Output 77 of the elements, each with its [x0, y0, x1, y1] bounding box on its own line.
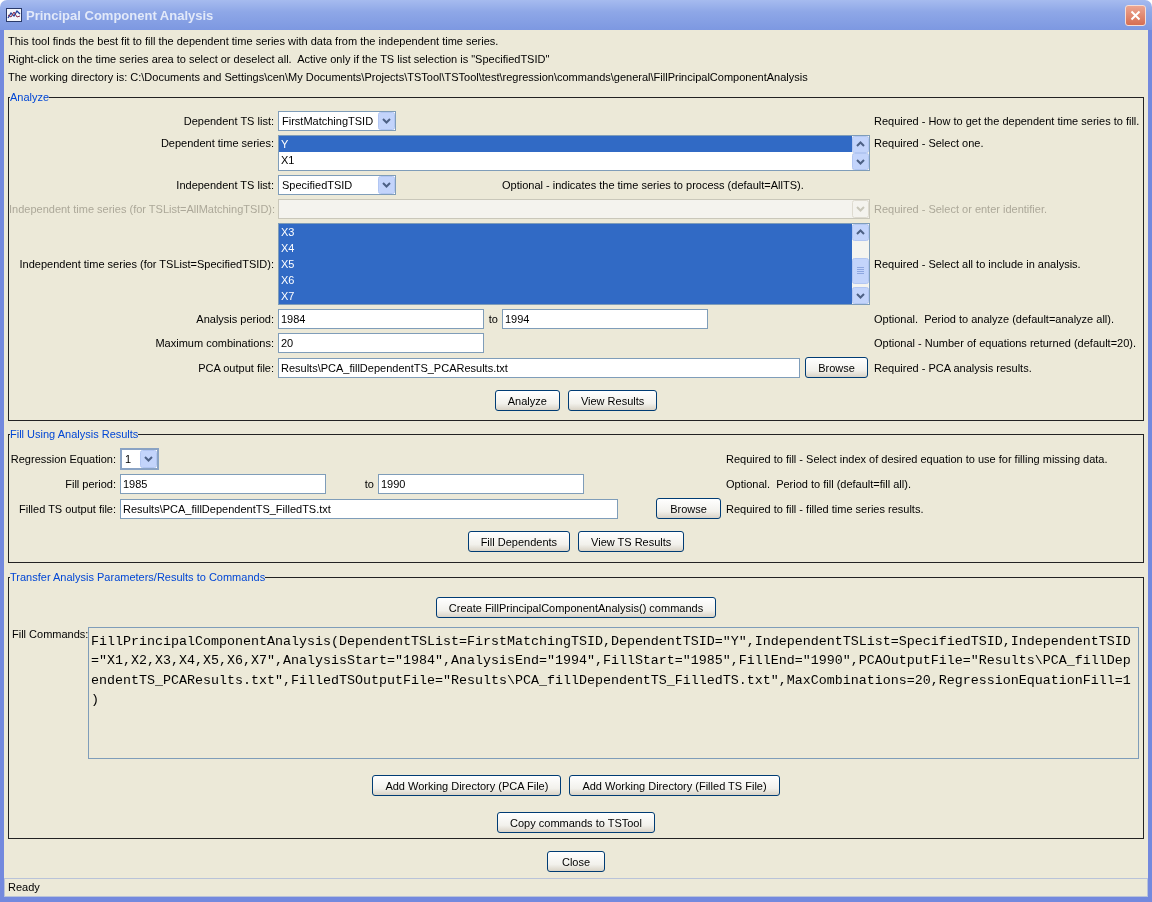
field-label: Maximum combinations: [154, 337, 274, 349]
hint-text: Required - Select all to include in analysis. [874, 258, 1081, 270]
fill-dependents-button[interactable]: Fill Dependents [467, 531, 571, 552]
chevron-down-icon [378, 112, 395, 130]
scroll-down-icon[interactable] [852, 287, 869, 304]
to-label: to [487, 313, 499, 325]
line-graph-icon [6, 8, 22, 22]
time-series-list[interactable]: Y X1 [278, 135, 870, 171]
chevron-down-icon [378, 176, 395, 194]
hint-text: Optional - Number of equations returned (default=20). [874, 337, 1136, 349]
hint-text: Optional. Period to fill (default=fill all). [726, 478, 911, 490]
section-title: Transfer Analysis Parameters/Results to Commands [10, 570, 266, 584]
close-button[interactable] [1125, 4, 1146, 26]
description-text: This tool finds the best fit to fill the dependent time series with data from the independent time series. [8, 34, 500, 49]
list-item[interactable]: X3 [279, 224, 852, 240]
copy-commands-button[interactable]: Copy commands to TSTool [497, 812, 655, 833]
field-label: Independent time series (for TSList=AllMatchingTSID): [9, 203, 274, 215]
scroll-down-icon[interactable] [852, 153, 869, 170]
field-label: Analysis period: [195, 313, 274, 325]
commands-text-area[interactable]: FillPrincipalComponentAnalysis(DependentTSList=FirstMatchingTSID,DependentTSID="Y",IndependentTSList=SpecifiedTSID,IndependentTSID="X1,X2,X3,X4,X5,X6,X7",AnalysisStart="1984",AnalysisEnd="1994",FillStart="1985",FillEnd="1990",PCAOutputFile="Results\PCA_fillDependentTS_PCAResults.txt",FilledTSOutputFile="Results\PCA_fillDependentTS_FilledTS.txt",MaxCombinations=20,RegressionEquationFill=1) [88, 627, 1139, 759]
hint-text: Required to fill - Select index of desired equation to use for filling missing data. [726, 453, 1108, 465]
text-field[interactable]: 1985 [120, 474, 326, 494]
scrollbar[interactable] [852, 136, 869, 170]
section-title: Fill Using Analysis Results [10, 427, 139, 441]
dropdown[interactable]: FirstMatchingTSID [278, 111, 396, 131]
field-label: Dependent time series: [159, 136, 274, 149]
dropdown[interactable]: 1 [120, 448, 159, 470]
browse-button[interactable]: Browse [656, 498, 721, 519]
create-commands-button[interactable]: Create FillPrincipalComponentAnalysis() commands [435, 597, 717, 618]
chevron-down-icon [852, 200, 869, 218]
list-item[interactable]: X7 [279, 288, 852, 304]
text-field[interactable]: 1984 [278, 309, 484, 329]
description-text: Right-click on the time series area to select or deselect all. Active only if the TS list selection is "SpecifiedTSID" [8, 52, 551, 67]
browse-button[interactable]: Browse [805, 357, 868, 378]
scroll-up-icon[interactable] [852, 224, 869, 241]
list-item[interactable]: X4 [279, 240, 852, 256]
field-label: Dependent TS list: [182, 115, 274, 127]
hint-text: Required - PCA analysis results. [874, 361, 1032, 374]
list-item[interactable]: X5 [279, 256, 852, 272]
text-field[interactable]: 20 [278, 333, 484, 353]
field-label: PCA output file: [197, 361, 274, 374]
scrollbar-thumb[interactable] [852, 258, 869, 284]
view-results-button[interactable]: View Results [567, 390, 658, 411]
field-label: Independent TS list: [175, 179, 274, 191]
description-text: The working directory is: C:\Documents and Settings\cen\My Documents\Projects\TSTool\TSTool\test\regression\commands\general\FillPrincipalComponentAnalysis [8, 70, 809, 85]
list-item[interactable]: Y [279, 136, 852, 152]
add-working-directory-button[interactable]: Add Working Directory (Filled TS File) [569, 775, 780, 796]
hint-text: Required to fill - filled time series results. [726, 502, 924, 515]
dropdown[interactable]: SpecifiedTSID [278, 175, 396, 195]
to-label: to [363, 478, 375, 490]
view-ts-results-button[interactable]: View TS Results [578, 531, 685, 552]
hint-text: Optional - indicates the time series to process (default=AllTS). [502, 179, 805, 191]
status-bar: Ready [4, 878, 1148, 897]
add-working-directory-button[interactable]: Add Working Directory (PCA File) [372, 775, 562, 796]
scrollbar[interactable] [852, 224, 869, 304]
window-title: Principal Component Analysis [26, 7, 214, 23]
field-label: Independent time series (for TSList=SpecifiedTSID): [18, 258, 274, 270]
analyze-button[interactable]: Analyze [494, 390, 560, 411]
list-item[interactable]: X1 [279, 152, 852, 168]
chevron-down-icon [140, 450, 157, 468]
hint-text: Required - How to get the dependent time series to fill. [874, 115, 1140, 127]
field-label: Fill period: [64, 478, 116, 490]
list-item[interactable]: X6 [279, 272, 852, 288]
file-path-field[interactable]: Results\PCA_fillDependentTS_FilledTS.txt [120, 498, 618, 519]
hint-text: Required - Select or enter identifier. [874, 203, 1048, 215]
hint-text: Optional. Period to analyze (default=analyze all). [874, 313, 1114, 325]
text-field[interactable]: 1990 [378, 474, 584, 494]
field-label: Regression Equation: [9, 453, 116, 465]
close-dialog-button[interactable]: Close [546, 851, 606, 872]
text-field[interactable]: 1994 [502, 309, 708, 329]
close-icon [1130, 9, 1141, 21]
time-series-list[interactable]: X3 X4 X5 X6 X7 [278, 223, 870, 305]
scroll-up-icon[interactable] [852, 136, 869, 153]
section-title: Analyze [10, 90, 50, 104]
file-path-field[interactable]: Results\PCA_fillDependentTS_PCAResults.txt [278, 357, 800, 378]
field-label: Filled TS output file: [18, 502, 116, 515]
hint-text: Required - Select one. [874, 137, 984, 149]
